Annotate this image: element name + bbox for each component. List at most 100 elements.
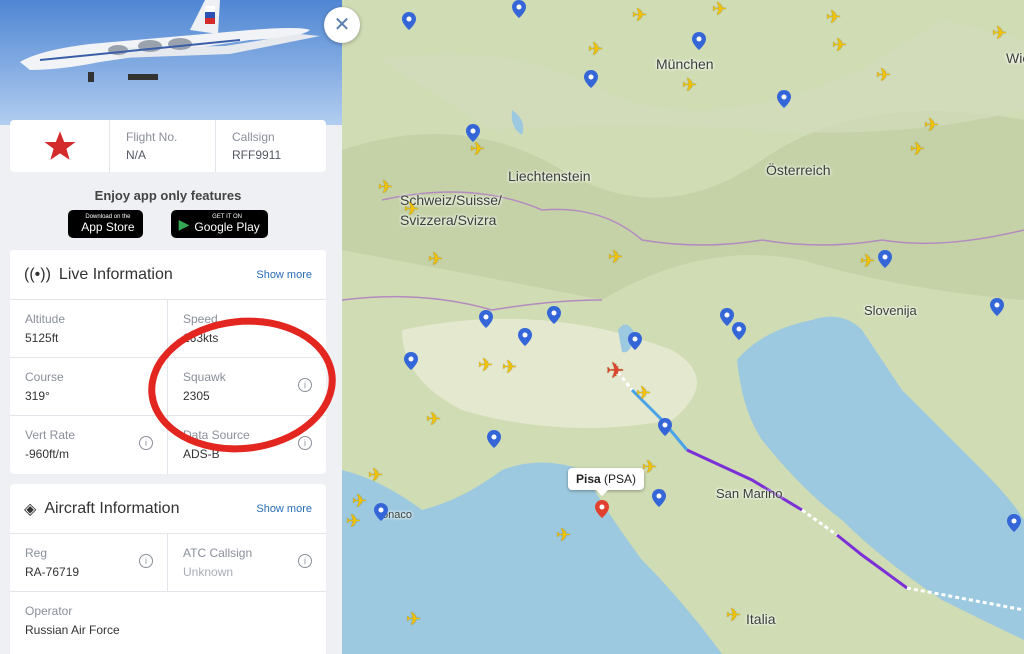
aircraft-information-card: ◈ Aircraft Information Show more Reg RA-… <box>10 484 326 654</box>
live-show-more-link[interactable]: Show more <box>256 269 312 281</box>
aircraft-icon[interactable]: ✈ <box>682 76 697 94</box>
airport-pin-icon[interactable] <box>732 322 746 340</box>
layers-icon: ◈ <box>24 500 37 518</box>
googleplay-big-text: Google Play <box>194 220 260 234</box>
aircraft-icon[interactable]: ✈ <box>588 40 603 58</box>
aircraft-icon[interactable]: ✈ <box>642 458 657 476</box>
airport-pin-icon[interactable] <box>487 430 501 448</box>
airport-pin-icon[interactable] <box>652 489 666 507</box>
aircraft-information-title: Aircraft Information <box>44 499 180 517</box>
app: München Wie Liechtenstein Österreich Sch… <box>0 0 1024 654</box>
airport-pin-icon[interactable] <box>628 332 642 350</box>
map-label-wien: Wie <box>1006 50 1024 66</box>
airport-pin-icon[interactable] <box>584 70 598 88</box>
map-label-munchen: München <box>656 56 714 72</box>
callsign-value: RFF9911 <box>232 148 282 162</box>
aircraft-photo <box>0 0 342 125</box>
airport-name: Pisa <box>576 472 601 486</box>
airport-pin-icon[interactable] <box>658 418 672 436</box>
map-label-san-marino: San Marino <box>716 486 783 501</box>
airport-pin-icon[interactable] <box>547 306 561 324</box>
airport-pin-icon[interactable] <box>878 250 892 268</box>
selected-airport-pin-icon[interactable] <box>595 500 609 518</box>
airport-pin-icon[interactable] <box>692 32 706 50</box>
operator-cell: Operator Russian Air Force <box>10 592 326 650</box>
aircraft-icon[interactable]: ✈ <box>352 492 367 510</box>
appstore-big-text: App Store <box>81 220 135 234</box>
map-label-italia: Italia <box>746 611 776 627</box>
aircraft-photo-image <box>0 0 342 125</box>
operator-value: Russian Air Force <box>25 623 120 637</box>
course-value: 319° <box>25 389 50 403</box>
aircraft-icon[interactable]: ✈ <box>426 410 441 428</box>
aircraft-icon[interactable]: ✈ <box>470 140 485 158</box>
aircraft-icon[interactable]: ✈ <box>404 200 419 218</box>
flight-map[interactable]: München Wie Liechtenstein Österreich Sch… <box>342 0 1024 654</box>
aircraft-icon[interactable]: ✈ <box>712 0 727 18</box>
callsign-label: Callsign <box>232 130 275 144</box>
aircraft-icon[interactable]: ✈ <box>478 356 493 374</box>
broadcast-icon: ((•)) <box>24 265 51 283</box>
atc-callsign-info-icon[interactable]: i <box>298 554 312 568</box>
reg-info-icon[interactable]: i <box>139 554 153 568</box>
atc-callsign-cell: ATC Callsign Unknown i <box>168 534 326 592</box>
flight-id-card: Flight No. N/A Callsign RFF9911 <box>10 120 326 172</box>
aircraft-icon[interactable]: ✈ <box>992 24 1007 42</box>
data-source-info-icon[interactable]: i <box>298 436 312 450</box>
flight-number-label: Flight No. <box>126 130 178 144</box>
aircraft-icon[interactable]: ✈ <box>860 252 875 270</box>
airport-pin-icon[interactable] <box>990 298 1004 316</box>
live-information-title: Live Information <box>58 265 173 283</box>
reg-cell: Reg RA-76719 i <box>10 534 168 592</box>
aircraft-icon[interactable]: ✈ <box>876 66 891 84</box>
map-label-slovenija: Slovenija <box>864 303 917 318</box>
vert-rate-cell: Vert Rate -960ft/m i <box>10 416 168 474</box>
flight-number-value: N/A <box>126 148 147 162</box>
aircraft-icon[interactable]: ✈ <box>924 116 939 134</box>
vert-rate-info-icon[interactable]: i <box>139 436 153 450</box>
map-label-liechtenstein: Liechtenstein <box>508 168 591 184</box>
aircraft-icon[interactable]: ✈ <box>502 358 517 376</box>
squawk-cell: Squawk 2305 i <box>168 358 326 416</box>
data-source-cell: Data Source ADS-B i <box>168 416 326 474</box>
live-information-card: ((•)) Live Information Show more Altitud… <box>10 250 326 474</box>
map-background <box>342 0 1024 654</box>
course-label: Course <box>25 370 64 384</box>
google-play-icon: ▶ <box>178 215 190 232</box>
aircraft-show-more-link[interactable]: Show more <box>256 503 312 515</box>
airport-pin-icon[interactable] <box>518 328 532 346</box>
aircraft-icon[interactable]: ✈ <box>406 610 421 628</box>
google-play-button[interactable]: ▶ GET IT ON Google Play <box>170 210 268 238</box>
aircraft-icon[interactable]: ✈ <box>428 250 443 268</box>
air-force-star-icon <box>10 120 110 172</box>
aircraft-icon[interactable]: ✈ <box>346 512 361 530</box>
operator-label: Operator <box>25 604 73 618</box>
squawk-info-icon[interactable]: i <box>298 378 312 392</box>
airport-pin-icon[interactable] <box>777 90 791 108</box>
aircraft-icon[interactable]: ✈ <box>632 6 647 24</box>
aircraft-icon[interactable]: ✈ <box>826 8 841 26</box>
airport-pin-icon[interactable] <box>374 503 388 521</box>
flight-detail-panel: Flight No. N/A Callsign RFF9911 Enjoy ap… <box>0 0 342 654</box>
aircraft-icon[interactable]: ✈ <box>832 36 847 54</box>
airport-pin-icon[interactable] <box>1007 514 1021 532</box>
promo-title: Enjoy app only features <box>94 188 242 203</box>
aircraft-icon[interactable]: ✈ <box>636 384 651 402</box>
aircraft-icon[interactable]: ✈ <box>910 140 925 158</box>
airport-tooltip[interactable]: Pisa (PSA) <box>568 468 645 496</box>
aircraft-icon[interactable]: ✈ <box>556 526 571 544</box>
aircraft-icon[interactable]: ✈ <box>726 606 741 624</box>
app-store-button[interactable]: Download on the App Store <box>68 210 143 238</box>
airport-pin-icon[interactable] <box>479 310 493 328</box>
course-cell: Course 319° <box>10 358 168 416</box>
altitude-label: Altitude <box>25 312 66 326</box>
speed-cell: Speed 163kts <box>168 300 326 358</box>
airport-pin-icon[interactable] <box>402 12 416 30</box>
aircraft-icon[interactable]: ✈ <box>378 178 393 196</box>
selected-aircraft-icon[interactable]: ✈ <box>606 360 624 382</box>
aircraft-icon[interactable]: ✈ <box>608 248 623 266</box>
aircraft-icon[interactable]: ✈ <box>368 466 383 484</box>
airport-pin-icon[interactable] <box>404 352 418 370</box>
airport-pin-icon[interactable] <box>512 0 526 18</box>
close-panel-button[interactable]: ✕ <box>324 7 360 43</box>
